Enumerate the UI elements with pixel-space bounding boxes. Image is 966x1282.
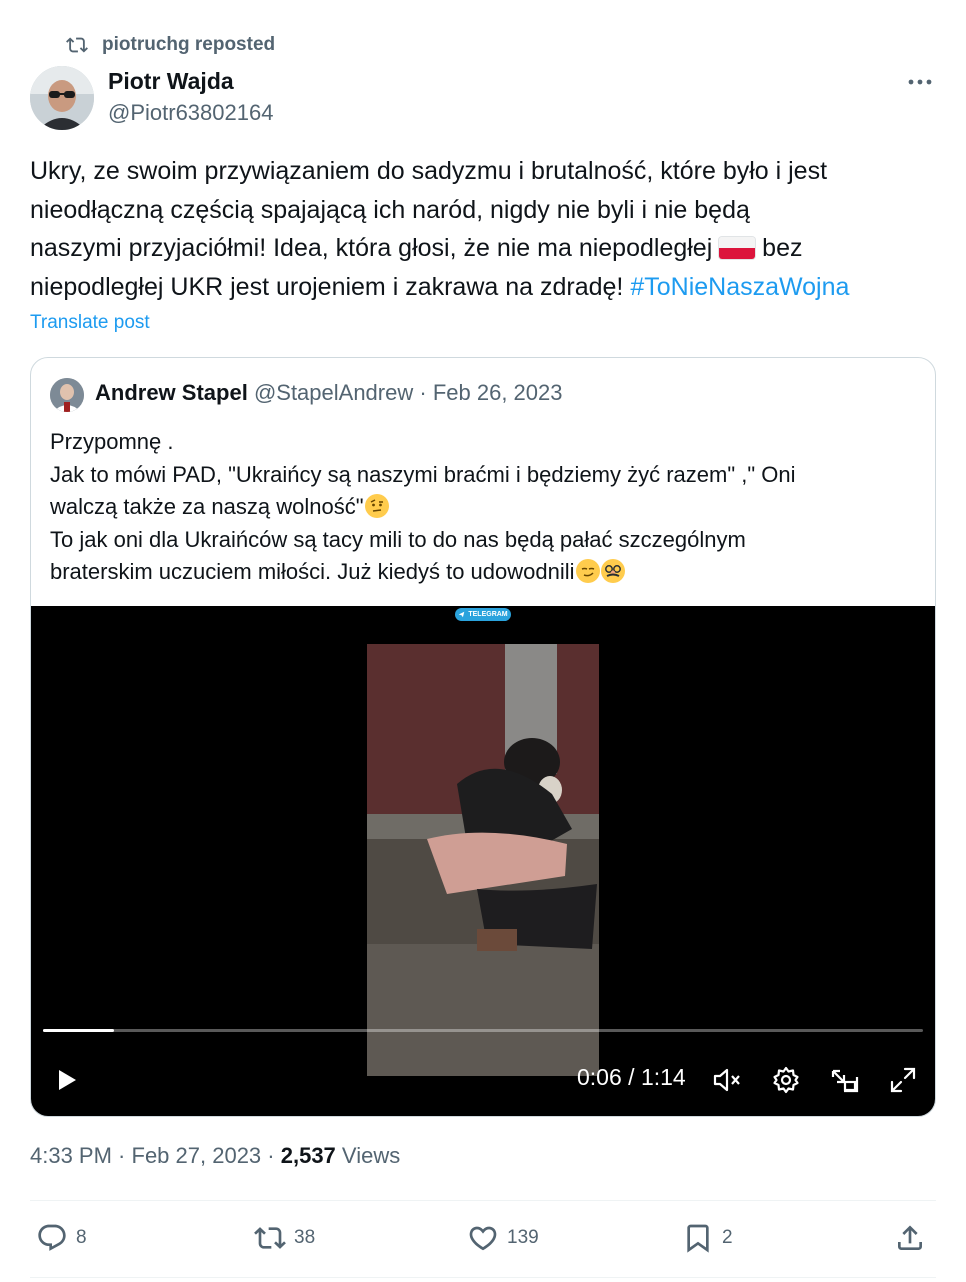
video-progress-fill (43, 1029, 115, 1032)
quote-header: Andrew Stapel @StapelAndrew · Feb 26, 20… (95, 380, 563, 406)
quote-line-text: braterskim uczuciem miłości. Już kiedyś … (50, 559, 575, 584)
more-options-button[interactable] (900, 64, 940, 100)
quote-separator: · (419, 380, 427, 405)
repost-count: 38 (294, 1227, 316, 1248)
mute-icon (711, 1063, 745, 1097)
post-time[interactable]: 4:33 PM (30, 1143, 112, 1168)
fullscreen-button[interactable] (886, 1063, 920, 1097)
settings-icon (769, 1063, 803, 1097)
video-time: 0:06 / 1:14 (577, 1064, 686, 1091)
more-icon (907, 78, 933, 86)
repost-indicator[interactable]: piotruchg reposted (66, 34, 275, 56)
hashtag-link[interactable]: #ToNieNaszaWojna (630, 273, 849, 301)
translate-post-link[interactable]: Translate post (30, 312, 150, 334)
share-icon (894, 1222, 926, 1254)
fullscreen-icon (886, 1063, 920, 1097)
post-date[interactable]: Feb 27, 2023 (132, 1143, 262, 1168)
post-line: Ukry, ze swoim przywiązaniem do sadyzmu … (30, 157, 828, 185)
video-time-separator: / (621, 1064, 641, 1090)
quote-text: Przypomnę . Jak to mówi PAD, "Ukraińcy s… (50, 426, 920, 589)
video-player[interactable]: TELEGRAM 0:06 / 1:14 (31, 606, 935, 1116)
bookmark-count: 2 (722, 1227, 733, 1248)
picture-in-picture-button[interactable] (828, 1063, 862, 1097)
repost-icon (254, 1222, 286, 1254)
reply-icon (36, 1222, 68, 1254)
like-button[interactable]: 139 (467, 1220, 539, 1256)
quote-author-avatar[interactable] (50, 378, 84, 412)
reply-button[interactable]: 8 (36, 1220, 87, 1256)
like-count: 139 (507, 1227, 539, 1248)
smirking-face-icon (575, 559, 600, 583)
share-button[interactable] (894, 1220, 926, 1256)
author-handle[interactable]: @Piotr63802164 (108, 100, 273, 126)
quote-author-handle[interactable]: @StapelAndrew (254, 380, 413, 405)
bookmark-button[interactable]: 2 (682, 1220, 733, 1256)
video-progress-bar[interactable] (43, 1029, 923, 1032)
meta-dot: · (111, 1143, 132, 1168)
quote-line: braterskim uczuciem miłości. Już kiedyś … (50, 556, 920, 589)
views-label: Views (341, 1143, 401, 1168)
settings-button[interactable] (769, 1063, 803, 1097)
quote-line: Jak to mówi PAD, "Ukraińcy są naszymi br… (50, 461, 796, 487)
quote-date[interactable]: Feb 26, 2023 (433, 380, 563, 405)
post-line: naszymi przyjaciółmi! Idea, która głosi,… (30, 229, 945, 268)
post-line-text: naszymi przyjaciółmi! Idea, która głosi,… (30, 234, 713, 262)
post-line: nieodłączną częścią spajającą ich naród,… (30, 195, 750, 224)
telegram-badge: TELEGRAM (455, 608, 511, 621)
author-name[interactable]: Piotr Wajda (108, 68, 234, 95)
face-with-raised-eyebrow-icon (364, 494, 389, 518)
post-meta: 4:33 PM · Feb 27, 2023 · 2,537 Views (30, 1143, 400, 1169)
video-frame (367, 644, 599, 1076)
telegram-badge-label: TELEGRAM (468, 611, 508, 618)
telegram-icon (458, 611, 465, 618)
views-count: 2,537 (280, 1143, 336, 1168)
divider (30, 1200, 936, 1201)
video-time-total: 1:14 (640, 1064, 686, 1090)
post-line-text: bez (762, 234, 803, 262)
quote-author-name[interactable]: Andrew Stapel (95, 380, 248, 405)
repost-button[interactable]: 38 (254, 1220, 315, 1256)
poland-flag-icon (719, 237, 756, 259)
bookmark-icon (682, 1222, 714, 1254)
pip-icon (828, 1063, 862, 1097)
repost-icon (66, 34, 88, 56)
meta-dot: · (261, 1143, 281, 1168)
quoted-post[interactable]: Andrew Stapel @StapelAndrew · Feb 26, 20… (30, 357, 936, 1117)
quote-line: To jak oni dla Ukraińców są tacy mili to… (50, 526, 746, 552)
post-line: niepodległej UKR jest urojeniem i zakraw… (30, 268, 945, 307)
quote-line: Przypomnę . (50, 429, 174, 454)
disguised-face-icon (600, 559, 625, 583)
quote-line-text: walczą także za naszą wolność" (50, 494, 364, 519)
reply-count: 8 (76, 1227, 87, 1248)
play-button[interactable] (49, 1063, 83, 1097)
video-time-current: 0:06 (577, 1064, 622, 1090)
divider (30, 1277, 936, 1278)
quote-line: walczą także za naszą wolność" (50, 491, 920, 524)
heart-icon (467, 1222, 499, 1254)
repost-label: piotruchg reposted (102, 34, 276, 55)
post-text: Ukry, ze swoim przywiązaniem do sadyzmu … (30, 152, 945, 306)
mute-button[interactable] (711, 1063, 745, 1097)
post-line-text: niepodległej UKR jest urojeniem i zakraw… (30, 272, 624, 301)
author-avatar[interactable] (30, 66, 94, 130)
play-icon (49, 1063, 83, 1097)
